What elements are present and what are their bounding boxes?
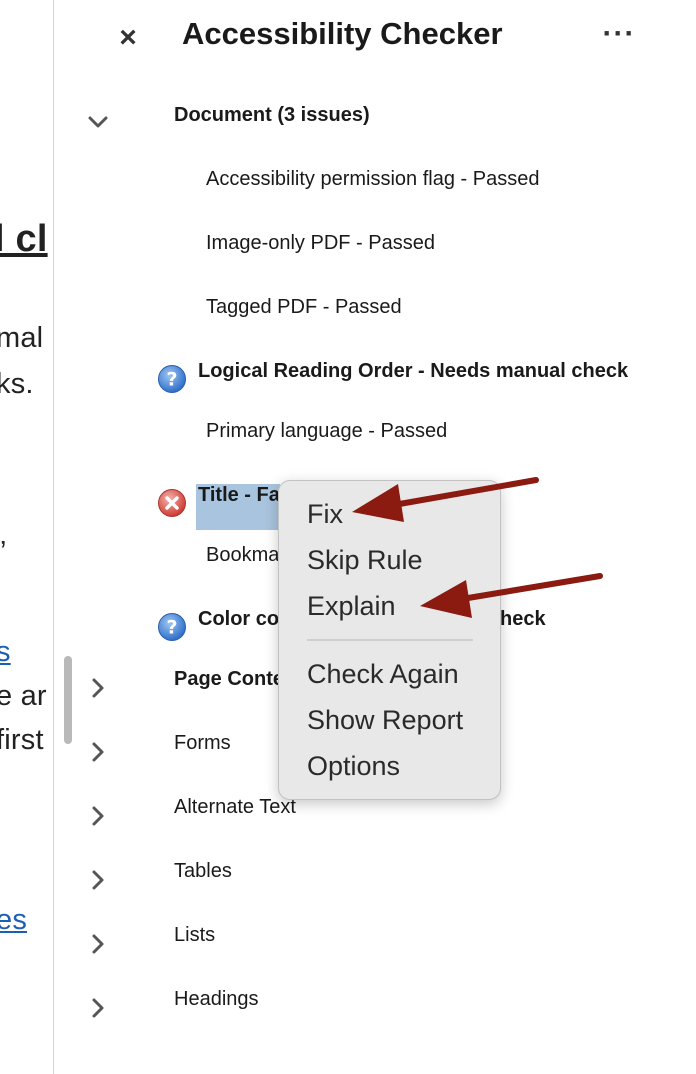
tree-item-reading-order[interactable]: Logical Reading Order - Needs manual che…: [198, 360, 628, 383]
document-text-line: ”: [0, 536, 6, 569]
tree-group-headings[interactable]: Headings: [174, 988, 259, 1011]
close-icon: ×: [119, 21, 137, 54]
document-link[interactable]: s: [0, 636, 11, 669]
menu-item-fix[interactable]: Fix: [307, 499, 343, 530]
tree-item-tagged-pdf[interactable]: Tagged PDF - Passed: [206, 296, 402, 319]
chevron-right-icon[interactable]: [84, 930, 112, 958]
document-heading-fragment: l cl: [0, 218, 48, 260]
tree-item-color-contrast-tail: heck: [500, 608, 546, 630]
menu-item-skip-rule[interactable]: Skip Rule: [307, 545, 423, 576]
panel-divider: [53, 0, 54, 1074]
more-options-button[interactable]: ···: [602, 19, 636, 52]
menu-item-explain[interactable]: Explain: [307, 591, 396, 622]
panel-title: Accessibility Checker: [182, 16, 503, 51]
tree-group-forms[interactable]: Forms: [174, 732, 231, 755]
question-icon: ?: [158, 365, 186, 393]
tree-group-page-content[interactable]: Page Conte: [174, 668, 284, 691]
chevron-right-icon[interactable]: [84, 994, 112, 1022]
scrollbar-thumb[interactable]: [64, 656, 72, 744]
context-menu: Fix Skip Rule Explain Check Again Show R…: [278, 480, 501, 800]
tree-group-lists[interactable]: Lists: [174, 924, 215, 947]
error-x-icon: [158, 489, 186, 517]
menu-item-show-report[interactable]: Show Report: [307, 705, 463, 736]
document-text-line: mal: [0, 322, 44, 354]
chevron-right-icon[interactable]: [84, 674, 112, 702]
svg-text:?: ?: [166, 617, 177, 639]
document-text-line: ks.: [0, 368, 34, 400]
tree-item-image-only-pdf[interactable]: Image-only PDF - Passed: [206, 232, 435, 255]
tree-item-primary-language[interactable]: Primary language - Passed: [206, 420, 447, 443]
close-panel-button[interactable]: ×: [114, 22, 142, 54]
tree-item-title-failed[interactable]: Title - Fa: [198, 484, 280, 507]
chevron-right-icon[interactable]: [84, 738, 112, 766]
menu-item-options[interactable]: Options: [307, 751, 400, 782]
document-text-line: first: [0, 724, 44, 756]
document-page-fragment: l cl mal ks. ” s e ar first es: [0, 0, 54, 1074]
question-icon: ?: [158, 613, 186, 641]
document-text-line: e ar: [0, 680, 47, 712]
tree-item-bookmarks[interactable]: Bookma: [206, 544, 279, 567]
more-icon: ···: [602, 17, 636, 50]
chevron-right-icon[interactable]: [84, 802, 112, 830]
tree-item-permission-flag[interactable]: Accessibility permission flag - Passed: [206, 168, 539, 191]
chevron-down-icon[interactable]: [84, 108, 112, 136]
menu-separator: [307, 639, 473, 641]
chevron-right-icon[interactable]: [84, 866, 112, 894]
tree-group-document[interactable]: Document (3 issues): [174, 104, 370, 127]
svg-text:?: ?: [166, 369, 177, 391]
tree-group-alternate-text[interactable]: Alternate Text: [174, 796, 296, 819]
menu-item-check-again[interactable]: Check Again: [307, 659, 459, 690]
document-link[interactable]: es: [0, 904, 27, 937]
tree-group-tables[interactable]: Tables: [174, 860, 232, 883]
